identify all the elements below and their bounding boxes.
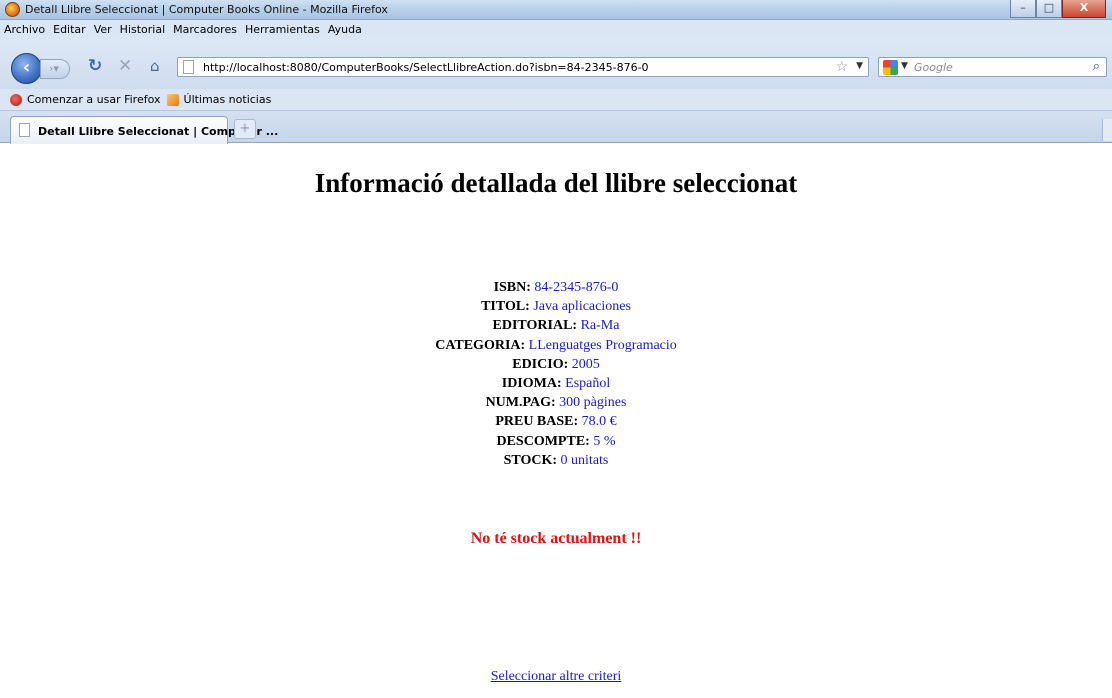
bookmark-latest-news[interactable]: Últimas noticias: [166, 93, 272, 106]
bookmark-star-icon[interactable]: ☆: [835, 59, 848, 75]
menu-ver[interactable]: Ver: [94, 23, 112, 36]
out-of-stock-warning: No té stock actualment !!: [470, 530, 642, 547]
rss-icon: [166, 93, 179, 106]
google-engine-icon[interactable]: [883, 60, 898, 75]
new-tab-button[interactable]: +: [234, 119, 256, 139]
detail-value: 300 pàgines: [559, 395, 627, 411]
back-arrow-icon: ‹: [22, 57, 31, 78]
menu-bar: Archivo Editar Ver Historial Marcadores …: [0, 20, 1112, 39]
search-input[interactable]: Google: [914, 61, 953, 74]
detail-value: 2005: [571, 356, 600, 372]
bookmark-getting-started[interactable]: Comenzar a usar Firefox: [10, 93, 161, 106]
tab-scroll-button[interactable]: [1102, 119, 1112, 141]
select-other-criteria-link[interactable]: Seleccionar altre criteri: [0, 669, 1112, 685]
page-icon: [183, 60, 194, 74]
detail-value: Java aplicaciones: [533, 299, 631, 315]
maximize-button[interactable]: □: [1036, 0, 1062, 18]
bookmarks-bar: Comenzar a usar Firefox Últimas noticias: [0, 89, 1112, 111]
forward-button[interactable]: ›▾: [40, 59, 70, 79]
detail-label: EDITORIAL:: [492, 318, 578, 334]
detail-label: IDIOMA:: [501, 376, 562, 392]
detail-value: Español: [565, 376, 611, 392]
window-controls: – □ X: [1010, 0, 1106, 18]
forward-arrow-icon: ›▾: [49, 62, 59, 75]
address-bar[interactable]: http://localhost:8080/ComputerBooks/Sele…: [177, 57, 869, 77]
detail-label: PREU BASE:: [495, 414, 579, 430]
tab-current[interactable]: Detall Llibre Seleccionat | Computer ...: [10, 116, 278, 144]
detail-row-edicio: EDICIO: 2005: [0, 355, 1112, 374]
firefox-bookmark-icon: [10, 93, 22, 106]
detail-label: TITOL:: [481, 299, 530, 315]
menu-marcadores[interactable]: Marcadores: [173, 23, 237, 36]
detail-value: 84-2345-876-0: [534, 280, 619, 295]
detail-row-numpag: NUM.PAG: 300 pàgines: [0, 393, 1112, 412]
bookmark-label: Comenzar a usar Firefox: [27, 93, 161, 106]
page-content: Informació detallada del llibre seleccio…: [0, 144, 1112, 698]
detail-value: 0 unitats: [560, 452, 609, 468]
home-icon[interactable]: ⌂: [150, 56, 160, 76]
detail-row-stock: STOCK: 0 unitats: [0, 451, 1112, 470]
detail-label: EDICIO:: [512, 356, 569, 372]
window-titlebar: Detall Llibre Seleccionat | Computer Boo…: [0, 0, 1112, 20]
close-button[interactable]: X: [1062, 0, 1106, 18]
document-icon: [19, 123, 30, 137]
window-title: Detall Llibre Seleccionat | Computer Boo…: [25, 3, 388, 16]
search-bar[interactable]: ▼ Google ⌕: [878, 57, 1107, 77]
detail-value: 78.0 €: [581, 414, 617, 430]
navigation-toolbar: ‹ ›▾ ↻ ✕ ⌂ http://localhost:8080/Compute…: [0, 39, 1112, 89]
reload-icon[interactable]: ↻: [88, 56, 102, 76]
detail-value: LLenguatges Programacio: [528, 337, 677, 353]
detail-label: CATEGORIA:: [435, 337, 526, 353]
detail-row-idioma: IDIOMA: Español: [0, 374, 1112, 393]
book-details: ISBN: 84-2345-876-0 TITOL: Java aplicaci…: [0, 278, 1112, 470]
url-text[interactable]: http://localhost:8080/ComputerBooks/Sele…: [203, 61, 649, 74]
detail-label: DESCOMPTE:: [496, 433, 590, 449]
search-icon[interactable]: ⌕: [1093, 59, 1100, 74]
detail-value: 5 %: [593, 433, 616, 449]
minimize-button[interactable]: –: [1010, 0, 1036, 18]
detail-label: NUM.PAG:: [485, 395, 556, 411]
menu-historial[interactable]: Historial: [120, 23, 165, 36]
firefox-logo-icon: [5, 2, 20, 17]
url-dropdown-icon[interactable]: ▼: [856, 61, 863, 71]
detail-row-isbn: ISBN: 84-2345-876-0: [0, 278, 1112, 297]
menu-herramientas[interactable]: Herramientas: [245, 23, 320, 36]
detail-label: STOCK:: [503, 452, 558, 468]
menu-ayuda[interactable]: Ayuda: [328, 23, 362, 36]
detail-label: ISBN:: [493, 280, 531, 295]
menu-archivo[interactable]: Archivo: [4, 23, 45, 36]
detail-row-titol: TITOL: Java aplicaciones: [0, 297, 1112, 316]
stop-icon[interactable]: ✕: [118, 56, 132, 76]
menu-editar[interactable]: Editar: [53, 23, 86, 36]
page-title: Informació detallada del llibre seleccio…: [314, 168, 798, 198]
bookmark-label: Últimas noticias: [183, 93, 272, 106]
back-button[interactable]: ‹: [11, 53, 42, 84]
tab-strip: Detall Llibre Seleccionat | Computer ...…: [0, 111, 1112, 144]
detail-row-descompte: DESCOMPTE: 5 %: [0, 432, 1112, 451]
detail-row-editorial: EDITORIAL: Ra-Ma: [0, 316, 1112, 335]
detail-row-categoria: CATEGORIA: LLenguatges Programacio: [0, 336, 1112, 355]
detail-row-preu-base: PREU BASE: 78.0 €: [0, 412, 1112, 431]
detail-value: Ra-Ma: [580, 318, 620, 334]
engine-dropdown-icon[interactable]: ▼: [901, 61, 908, 71]
